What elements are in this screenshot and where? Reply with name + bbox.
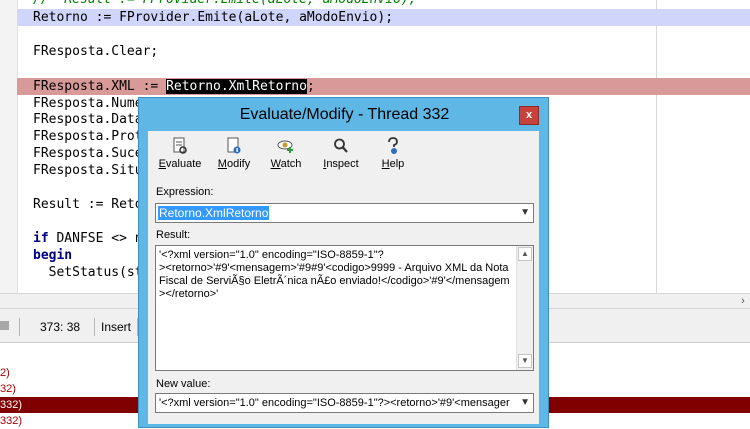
modified-indicator-icon (0, 321, 9, 330)
result-text: '<?xml version="1.0" encoding="ISO-8859-… (159, 249, 510, 300)
help-label: elp (389, 158, 405, 170)
code-line-setstatus[interactable]: SetStatus(st (17, 264, 143, 281)
help-icon (376, 137, 410, 157)
expression-value: Retorno.XmlRetorno (158, 206, 270, 220)
editor-gutter (0, 0, 18, 293)
inspect-icon (318, 137, 364, 157)
watch-button[interactable]: Watch (266, 137, 306, 175)
watch-accel: W (270, 158, 281, 170)
selected-expression: Retorno.XmlRetorno (166, 79, 307, 94)
status-divider (19, 318, 20, 336)
new-value-combobox[interactable]: '<?xml version="1.0" encoding="ISO-8859-… (155, 393, 534, 413)
scroll-down-icon[interactable]: ▼ (518, 354, 532, 368)
code-line-prot[interactable]: FResposta.Prot (17, 128, 143, 145)
new-value-label: New value: (156, 378, 211, 390)
code-text: DANFSE <> n (48, 231, 143, 246)
code-line-data[interactable]: FResposta.Data (17, 111, 143, 128)
evaluate-accel: E (158, 158, 166, 170)
help-accel: H (381, 158, 390, 170)
evaluate-label: valuate (165, 158, 202, 170)
watch-icon (266, 137, 306, 157)
insert-mode: Insert (101, 320, 132, 334)
code-text: ; (306, 79, 315, 94)
help-button[interactable]: Help (376, 137, 410, 175)
chevron-down-icon[interactable]: ▼ (520, 205, 530, 221)
expression-label: Expression: (156, 186, 214, 198)
code-line-suce[interactable]: FResposta.Suce (17, 145, 143, 162)
code-line-clear[interactable]: FResposta.Clear; (17, 43, 750, 60)
evaluate-icon (158, 137, 202, 157)
evaluate-button[interactable]: Evaluate (158, 137, 202, 175)
inspect-label: nspect (326, 158, 359, 170)
inspect-button[interactable]: Inspect (318, 137, 364, 175)
code-text: FResposta.XML := (33, 79, 167, 94)
close-button[interactable]: x (519, 106, 539, 125)
modify-icon (214, 137, 254, 157)
keyword-if: if (33, 231, 49, 246)
code-line-xml[interactable]: FResposta.XML := Retorno.XmlRetorno; (17, 78, 750, 95)
result-label: Result: (156, 229, 191, 241)
cursor-position: 373: 38 (40, 320, 81, 334)
dialog-client-area: Evaluate Modify Watch Inspect Help Expre… (148, 131, 539, 424)
scroll-right-icon[interactable]: › (736, 294, 750, 308)
scroll-up-icon[interactable]: ▲ (518, 247, 532, 261)
code-line-begin[interactable]: begin (17, 247, 72, 264)
dialog-title: Evaluate/Modify - Thread 332 (239, 106, 450, 123)
evaluate-modify-dialog: Evaluate/Modify - Thread 332 x Evaluate … (138, 97, 549, 428)
code-line-comment[interactable]: // Result := FProvider.Emite(aLote, aMod… (17, 0, 750, 8)
modify-button[interactable]: Modify (214, 137, 254, 175)
code-line-situ[interactable]: FResposta.Situ (17, 162, 143, 179)
new-value-text: '<?xml version="1.0" encoding="ISO-8859-… (159, 397, 510, 409)
expression-combobox[interactable]: Retorno.XmlRetorno ▼ (155, 203, 534, 223)
status-divider (94, 318, 95, 336)
code-line-retorno[interactable]: Retorno := FProvider.Emite(aLote, aModoE… (17, 9, 750, 26)
result-textbox[interactable]: '<?xml version="1.0" encoding="ISO-8859-… (155, 245, 534, 371)
code-line-result[interactable]: Result := Reto (17, 196, 143, 213)
modify-accel: M (217, 158, 227, 170)
modify-label: odify (226, 158, 251, 170)
result-vertical-scrollbar[interactable]: ▲ ▼ (516, 246, 533, 370)
chevron-down-icon[interactable]: ▼ (520, 395, 530, 411)
watch-label: atch (280, 158, 302, 170)
code-line-if[interactable]: if DANFSE <> n (17, 230, 143, 247)
